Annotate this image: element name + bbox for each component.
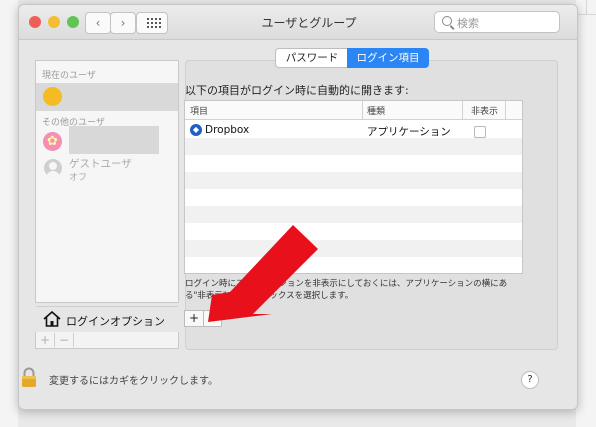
lock-icon[interactable] <box>21 367 37 387</box>
help-icon[interactable]: ? <box>521 371 539 389</box>
lock-label: 変更するにはカギをクリックします。 <box>49 376 218 387</box>
arrow-annotation <box>208 225 318 322</box>
